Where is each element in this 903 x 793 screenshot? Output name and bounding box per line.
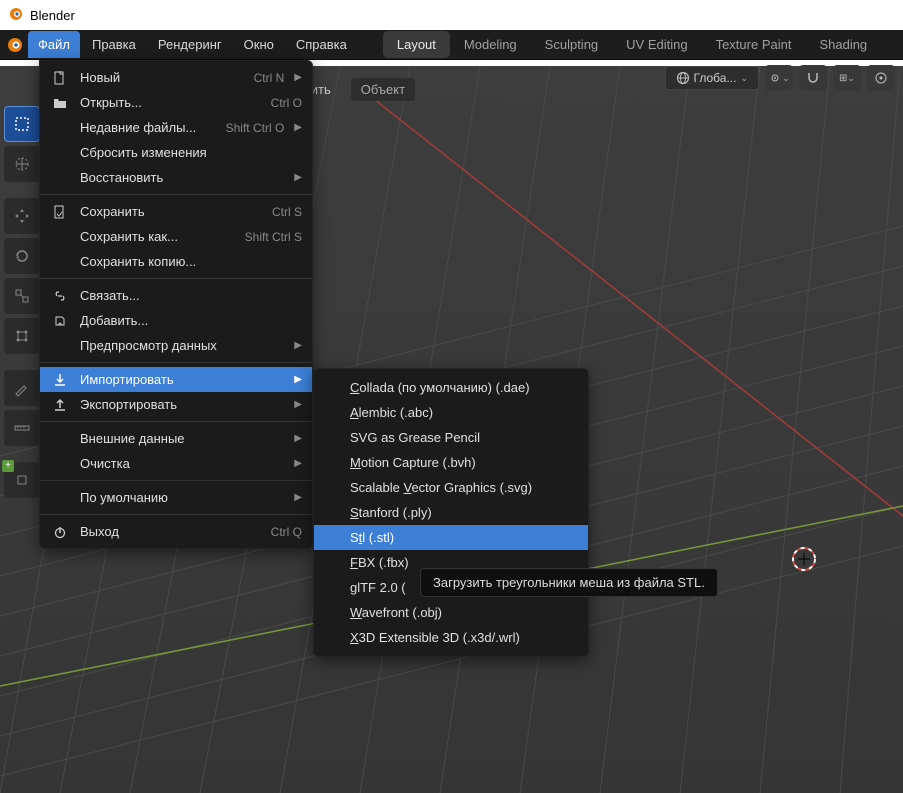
- blender-logo-icon: [4, 34, 26, 56]
- orientation-label: Глоба...: [694, 71, 737, 85]
- import-alembic[interactable]: Alembic (.abc): [314, 400, 588, 425]
- menu-new[interactable]: Новый Ctrl N ▶: [40, 65, 312, 90]
- menu-save-as[interactable]: Сохранить как... Shift Ctrl S: [40, 224, 312, 249]
- chevron-right-icon: ▶: [294, 374, 302, 385]
- blender-icon: [8, 6, 24, 25]
- transform-tool[interactable]: [4, 318, 40, 354]
- power-icon: [50, 525, 70, 539]
- folder-icon: [50, 96, 70, 110]
- menu-export[interactable]: Экспортировать ▶: [40, 392, 312, 417]
- tooltip: Загрузить треугольники меша из файла STL…: [420, 568, 718, 597]
- separator: [40, 278, 312, 279]
- save-icon: [50, 205, 70, 219]
- tab-texturepaint[interactable]: Texture Paint: [702, 31, 806, 58]
- chevron-right-icon: ▶: [294, 122, 302, 133]
- export-icon: [50, 398, 70, 412]
- proportional-icon: [874, 71, 888, 85]
- tab-modeling[interactable]: Modeling: [450, 31, 531, 58]
- menu-open[interactable]: Открыть... Ctrl O: [40, 90, 312, 115]
- move-tool[interactable]: [4, 198, 40, 234]
- import-stl[interactable]: Stl (.stl): [314, 525, 588, 550]
- menu-append[interactable]: Добавить...: [40, 308, 312, 333]
- import-x3d[interactable]: X3D Extensible 3D (.x3d/.wrl): [314, 625, 588, 650]
- import-stanford-ply[interactable]: Stanford (.ply): [314, 500, 588, 525]
- top-menubar: Файл Правка Рендеринг Окно Справка Layou…: [0, 30, 903, 60]
- cursor-tool[interactable]: [4, 146, 40, 182]
- import-submenu: Collada (по умолчанию) (.dae) Alembic (.…: [313, 368, 589, 657]
- file-dropdown-menu: Новый Ctrl N ▶ Открыть... Ctrl O Недавни…: [39, 60, 313, 549]
- pivot-dropdown[interactable]: ⌄: [765, 65, 793, 91]
- chevron-right-icon: ▶: [294, 458, 302, 469]
- separator: [40, 362, 312, 363]
- globe-icon: [676, 71, 690, 85]
- import-svg-gp[interactable]: SVG as Grease Pencil: [314, 425, 588, 450]
- titlebar: Blender: [0, 0, 903, 30]
- 3d-cursor-icon: [789, 544, 819, 574]
- menu-import[interactable]: Импортировать ▶: [40, 367, 312, 392]
- tool-shelf: +: [4, 106, 44, 498]
- menu-render[interactable]: Рендеринг: [148, 31, 232, 58]
- import-svg[interactable]: Scalable Vector Graphics (.svg): [314, 475, 588, 500]
- tab-sculpting[interactable]: Sculpting: [531, 31, 612, 58]
- import-motion-capture[interactable]: Motion Capture (.bvh): [314, 450, 588, 475]
- orientation-dropdown[interactable]: Глоба... ⌄: [665, 66, 759, 90]
- magnet-icon: [806, 71, 820, 85]
- menu-file[interactable]: Файл: [28, 31, 80, 58]
- chevron-right-icon: ▶: [294, 492, 302, 503]
- pivot-icon: [768, 71, 782, 85]
- window-title: Blender: [30, 8, 75, 23]
- menu-external-data[interactable]: Внешние данные ▶: [40, 426, 312, 451]
- annotate-tool[interactable]: [4, 370, 40, 406]
- menu-cleanup[interactable]: Очистка ▶: [40, 451, 312, 476]
- import-collada[interactable]: Collada (по умолчанию) (.dae): [314, 375, 588, 400]
- append-icon: [50, 314, 70, 328]
- separator: [40, 514, 312, 515]
- menu-recover[interactable]: Восстановить ▶: [40, 165, 312, 190]
- proportional-toggle[interactable]: [867, 65, 895, 91]
- menu-link[interactable]: Связать...: [40, 283, 312, 308]
- chevron-right-icon: ▶: [294, 433, 302, 444]
- menu-save[interactable]: Сохранить Ctrl S: [40, 199, 312, 224]
- tab-layout[interactable]: Layout: [383, 31, 450, 58]
- snap-toggle[interactable]: [799, 65, 827, 91]
- chevron-right-icon: ▶: [294, 72, 302, 83]
- menu-defaults[interactable]: По умолчанию ▶: [40, 485, 312, 510]
- menu-window[interactable]: Окно: [234, 31, 284, 58]
- snap-dropdown[interactable]: ⊞⌄: [833, 65, 861, 91]
- menu-recent-files[interactable]: Недавние файлы... Shift Ctrl O ▶: [40, 115, 312, 140]
- chevron-right-icon: ▶: [294, 172, 302, 183]
- chevron-down-icon: ⌄: [740, 73, 748, 84]
- workspace-tabs: Layout Modeling Sculpting UV Editing Tex…: [383, 31, 881, 58]
- menu-help[interactable]: Справка: [286, 31, 357, 58]
- box-select-tool[interactable]: [4, 106, 40, 142]
- separator: [40, 421, 312, 422]
- separator: [40, 480, 312, 481]
- chevron-right-icon: ▶: [294, 399, 302, 410]
- link-icon: [50, 289, 70, 303]
- new-file-icon: [50, 71, 70, 85]
- rotate-tool[interactable]: [4, 238, 40, 274]
- tab-shading[interactable]: Shading: [805, 31, 881, 58]
- tab-uvediting[interactable]: UV Editing: [612, 31, 701, 58]
- menu-save-copy[interactable]: Сохранить копию...: [40, 249, 312, 274]
- menu-edit[interactable]: Правка: [82, 31, 146, 58]
- separator: [40, 194, 312, 195]
- scale-tool[interactable]: [4, 278, 40, 314]
- import-icon: [50, 373, 70, 387]
- add-cube-tool[interactable]: +: [4, 462, 40, 498]
- chevron-right-icon: ▶: [294, 340, 302, 351]
- menu-revert[interactable]: Сбросить изменения: [40, 140, 312, 165]
- menu-quit[interactable]: Выход Ctrl Q: [40, 519, 312, 544]
- import-wavefront[interactable]: Wavefront (.obj): [314, 600, 588, 625]
- menu-data-preview[interactable]: Предпросмотр данных ▶: [40, 333, 312, 358]
- measure-tool[interactable]: [4, 410, 40, 446]
